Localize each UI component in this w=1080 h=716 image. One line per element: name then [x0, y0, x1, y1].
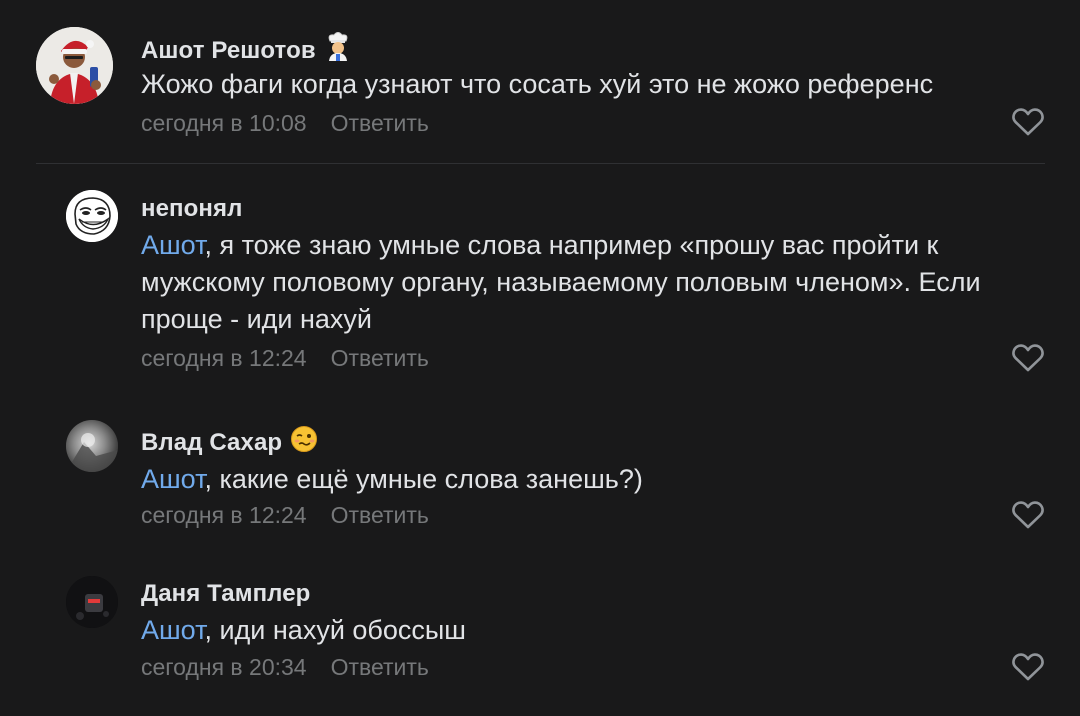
heart-outline-icon — [1012, 344, 1044, 372]
comment-author[interactable]: Влад Сахар — [141, 425, 318, 460]
author-name: Влад Сахар — [141, 429, 283, 456]
comment-text: Ашот, какие ещё умные слова занешь?) — [141, 461, 1041, 498]
like-button[interactable] — [1011, 107, 1045, 137]
comment-text: Жожо фаги когда узнают что сосать хуй эт… — [141, 66, 1041, 103]
reply-button[interactable]: Ответить — [331, 502, 429, 528]
heart-outline-icon — [1012, 501, 1044, 529]
reply-button[interactable]: Ответить — [331, 110, 429, 136]
mention-link[interactable]: Ашот — [141, 464, 204, 494]
avatar[interactable] — [66, 420, 118, 472]
heart-outline-icon — [1012, 108, 1044, 136]
reply-button[interactable]: Ответить — [331, 345, 429, 371]
comment-meta: сегодня в 10:08 Ответить — [141, 109, 429, 137]
santa-avatar-image — [36, 27, 113, 104]
like-button[interactable] — [1011, 500, 1045, 530]
author-name: непонял — [141, 195, 243, 222]
comment-time[interactable]: сегодня в 12:24 — [141, 345, 307, 371]
comment-text: Ашот, я тоже знаю умные слова например «… — [141, 227, 1036, 338]
comment-body: , иди нахуй обоссыш — [204, 615, 466, 645]
avatar[interactable] — [66, 576, 118, 628]
comment-meta: сегодня в 20:34 Ответить — [141, 653, 429, 681]
comment-time[interactable]: сегодня в 20:34 — [141, 654, 307, 680]
comment-text: Ашот, иди нахуй обоссыш — [141, 612, 1041, 649]
divider — [36, 163, 1045, 164]
reply-button[interactable]: Ответить — [331, 654, 429, 680]
cook-emoji-icon — [324, 31, 352, 68]
comment-author[interactable]: Даня Тамплер — [141, 580, 310, 608]
comment-body: , я тоже знаю умные слова например «прош… — [141, 230, 981, 334]
comment-time[interactable]: сегодня в 12:24 — [141, 502, 307, 528]
comment-author[interactable]: непонял — [141, 195, 242, 223]
comment-time[interactable]: сегодня в 10:08 — [141, 110, 307, 136]
comment-meta: сегодня в 12:24 Ответить — [141, 344, 429, 372]
comment-meta: сегодня в 12:24 Ответить — [141, 501, 429, 529]
mention-link[interactable]: Ашот — [141, 230, 204, 260]
troll-face-avatar-image — [66, 190, 118, 242]
comment-body: , какие ещё умные слова занешь?) — [204, 464, 643, 494]
mention-link[interactable]: Ашот — [141, 615, 204, 645]
comment-body: Жожо фаги когда узнают что сосать хуй эт… — [141, 69, 934, 99]
dark-photo-avatar-image — [66, 576, 118, 628]
woozy-face-emoji-icon — [290, 425, 318, 460]
like-button[interactable] — [1011, 343, 1045, 373]
comments-thread: Ашот Решотов Жожо фаги когда узнают что … — [0, 0, 1080, 716]
gray-photo-avatar-image — [66, 420, 118, 472]
comment-author[interactable]: Ашот Решотов — [141, 31, 352, 68]
like-button[interactable] — [1011, 652, 1045, 682]
heart-outline-icon — [1012, 653, 1044, 681]
avatar[interactable] — [66, 190, 118, 242]
avatar[interactable] — [36, 27, 113, 104]
author-name: Ашот Решотов — [141, 37, 316, 64]
author-name: Даня Тамплер — [141, 580, 311, 607]
